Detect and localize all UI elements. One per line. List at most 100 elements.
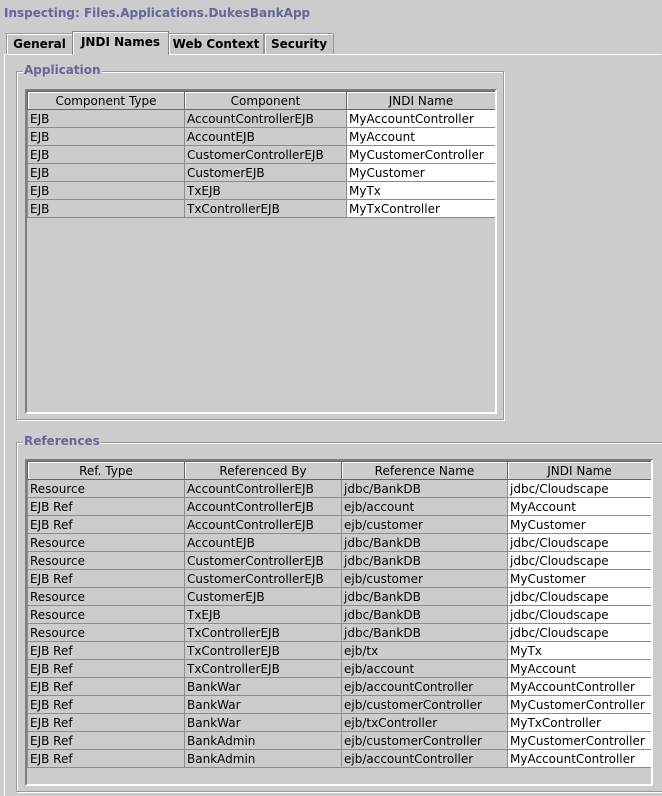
jndi-name-cell[interactable]: jdbc/Cloudscape <box>507 551 651 570</box>
column-header-jndi-name[interactable]: JNDI Name <box>346 91 495 110</box>
jndi-name-cell[interactable]: jdbc/Cloudscape <box>507 605 651 624</box>
reference-name-cell: ejb/account <box>341 659 508 678</box>
application-table: Component Type Component JNDI Name EJB Ac… <box>27 91 495 218</box>
references-header-row: Ref. Type Referenced By Reference Name J… <box>27 461 651 480</box>
column-header-referenced-by[interactable]: Referenced By <box>184 461 342 480</box>
column-header-reference-name[interactable]: Reference Name <box>341 461 508 480</box>
application-table-viewport[interactable]: Component Type Component JNDI Name EJB Ac… <box>25 89 497 414</box>
jndi-names-panel: Application Component Type Component JND… <box>4 54 662 796</box>
application-row[interactable]: EJB CustomerEJB MyCustomer <box>27 163 495 182</box>
reference-name-cell: jdbc/BankDB <box>341 479 508 498</box>
jndi-name-cell[interactable]: jdbc/Cloudscape <box>507 533 651 552</box>
tab-security[interactable]: Security <box>264 33 334 54</box>
reference-name-cell: jdbc/BankDB <box>341 623 508 642</box>
inspector-window: Inspecting: Files.Applications.DukesBank… <box>0 0 662 796</box>
referenced-by-cell: BankAdmin <box>184 731 342 750</box>
component-type-cell: EJB <box>27 199 185 218</box>
column-header-component[interactable]: Component <box>184 91 347 110</box>
references-row[interactable]: Resource CustomerEJB jdbc/BankDB jdbc/Cloud… <box>27 587 651 606</box>
references-legend: References <box>23 434 101 448</box>
component-cell: TxEJB <box>184 181 347 200</box>
references-row[interactable]: EJB Ref BankAdmin ejb/accountController MyA… <box>27 749 651 768</box>
reference-name-cell: ejb/account <box>341 497 508 516</box>
tab-web-context[interactable]: Web Context <box>168 33 264 54</box>
jndi-name-cell[interactable]: MyAccount <box>346 127 495 146</box>
jndi-name-cell[interactable]: MyCustomerController <box>346 145 495 164</box>
references-row[interactable]: Resource TxEJB jdbc/BankDB jdbc/Cloudscape <box>27 605 651 624</box>
column-header-ref-jndi-name[interactable]: JNDI Name <box>507 461 651 480</box>
ref-type-cell: Resource <box>27 479 185 498</box>
jndi-name-cell[interactable]: jdbc/Cloudscape <box>507 479 651 498</box>
ref-type-cell: EJB Ref <box>27 731 185 750</box>
reference-name-cell: ejb/txController <box>341 713 508 732</box>
jndi-name-cell[interactable]: MyCustomer <box>507 515 651 534</box>
reference-name-cell: ejb/customer <box>341 515 508 534</box>
tab-general[interactable]: General <box>6 33 73 54</box>
jndi-name-cell[interactable]: MyTx <box>346 181 495 200</box>
jndi-name-cell[interactable]: MyTx <box>507 641 651 660</box>
jndi-name-cell[interactable]: MyCustomer <box>346 163 495 182</box>
column-header-component-type[interactable]: Component Type <box>27 91 185 110</box>
jndi-name-cell[interactable]: MyCustomer <box>507 569 651 588</box>
references-row[interactable]: EJB Ref AccountControllerEJB ejb/customer M… <box>27 515 651 534</box>
references-table-viewport[interactable]: Ref. Type Referenced By Reference Name J… <box>25 459 653 786</box>
application-row[interactable]: EJB CustomerControllerEJB MyCustomerContro… <box>27 145 495 164</box>
references-row[interactable]: Resource AccountEJB jdbc/BankDB jdbc/Clouds… <box>27 533 651 552</box>
jndi-name-cell[interactable]: jdbc/Cloudscape <box>507 587 651 606</box>
referenced-by-cell: BankAdmin <box>184 749 342 768</box>
referenced-by-cell: TxControllerEJB <box>184 659 342 678</box>
references-row[interactable]: EJB Ref BankAdmin ejb/customerController My… <box>27 731 651 750</box>
reference-name-cell: jdbc/BankDB <box>341 551 508 570</box>
column-header-ref-type[interactable]: Ref. Type <box>27 461 185 480</box>
ref-type-cell: EJB Ref <box>27 515 185 534</box>
jndi-name-cell[interactable]: MyTxController <box>346 199 495 218</box>
jndi-name-cell[interactable]: MyCustomerController <box>507 695 651 714</box>
ref-type-cell: EJB Ref <box>27 659 185 678</box>
references-row[interactable]: EJB Ref TxControllerEJB ejb/tx MyTx <box>27 641 651 660</box>
reference-name-cell: ejb/customer <box>341 569 508 588</box>
jndi-name-cell[interactable]: MyAccountController <box>507 749 651 768</box>
ref-type-cell: EJB Ref <box>27 749 185 768</box>
references-row[interactable]: Resource CustomerControllerEJB jdbc/BankDB… <box>27 551 651 570</box>
references-table: Ref. Type Referenced By Reference Name J… <box>27 461 651 768</box>
ref-type-cell: Resource <box>27 605 185 624</box>
component-cell: TxControllerEJB <box>184 199 347 218</box>
references-row[interactable]: EJB Ref CustomerControllerEJB ejb/customer… <box>27 569 651 588</box>
referenced-by-cell: AccountControllerEJB <box>184 497 342 516</box>
references-row[interactable]: EJB Ref TxControllerEJB ejb/account MyAccou… <box>27 659 651 678</box>
component-type-cell: EJB <box>27 127 185 146</box>
referenced-by-cell: TxControllerEJB <box>184 641 342 660</box>
referenced-by-cell: CustomerControllerEJB <box>184 569 342 588</box>
ref-type-cell: EJB Ref <box>27 695 185 714</box>
reference-name-cell: jdbc/BankDB <box>341 605 508 624</box>
reference-name-cell: ejb/accountController <box>341 749 508 768</box>
jndi-name-cell[interactable]: MyCustomerController <box>507 731 651 750</box>
references-row[interactable]: Resource TxControllerEJB jdbc/BankDB jdbc/C… <box>27 623 651 642</box>
application-header-row: Component Type Component JNDI Name <box>27 91 495 110</box>
application-row[interactable]: EJB TxControllerEJB MyTxController <box>27 199 495 218</box>
references-row[interactable]: EJB Ref BankWar ejb/customerController MyCu… <box>27 695 651 714</box>
application-row[interactable]: EJB TxEJB MyTx <box>27 181 495 200</box>
jndi-name-cell[interactable]: MyAccount <box>507 497 651 516</box>
references-row[interactable]: EJB Ref BankWar ejb/txController MyTxContro… <box>27 713 651 732</box>
referenced-by-cell: BankWar <box>184 713 342 732</box>
application-legend: Application <box>23 63 102 77</box>
referenced-by-cell: CustomerControllerEJB <box>184 551 342 570</box>
ref-type-cell: EJB Ref <box>27 569 185 588</box>
component-type-cell: EJB <box>27 109 185 128</box>
jndi-name-cell[interactable]: MyAccountController <box>346 109 495 128</box>
references-row[interactable]: EJB Ref BankWar ejb/accountController MyAcc… <box>27 677 651 696</box>
tab-jndi-names[interactable]: JNDI Names <box>72 31 169 55</box>
references-row[interactable]: Resource AccountControllerEJB jdbc/BankDB j… <box>27 479 651 498</box>
ref-type-cell: EJB Ref <box>27 677 185 696</box>
application-row[interactable]: EJB AccountControllerEJB MyAccountControll… <box>27 109 495 128</box>
component-type-cell: EJB <box>27 163 185 182</box>
jndi-name-cell[interactable]: MyTxController <box>507 713 651 732</box>
application-group: Application Component Type Component JND… <box>16 63 504 420</box>
jndi-name-cell[interactable]: MyAccount <box>507 659 651 678</box>
references-row[interactable]: EJB Ref AccountControllerEJB ejb/account My… <box>27 497 651 516</box>
application-row[interactable]: EJB AccountEJB MyAccount <box>27 127 495 146</box>
jndi-name-cell[interactable]: MyAccountController <box>507 677 651 696</box>
jndi-name-cell[interactable]: jdbc/Cloudscape <box>507 623 651 642</box>
references-group: References Ref. Type Referenced By Refer… <box>16 434 662 792</box>
